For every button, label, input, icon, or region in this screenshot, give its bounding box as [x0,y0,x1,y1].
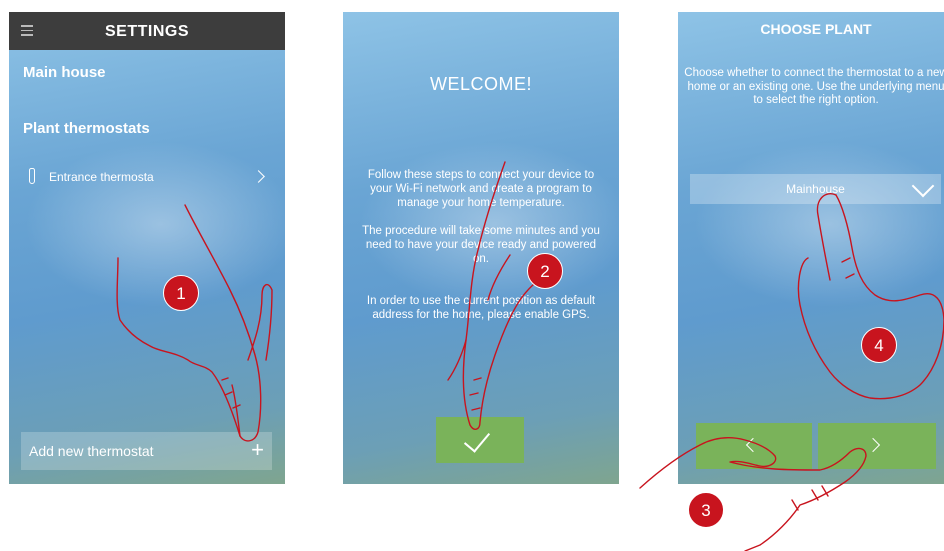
hand-2-outline [462,161,561,430]
hand-4-finger [816,193,837,281]
step-1-badge: 1 [163,275,199,311]
step-4-badge: 4 [861,327,897,363]
step-3-badge: 3 [688,492,724,528]
step-2-badge: 2 [527,253,563,289]
hand-3-creases [791,485,829,511]
hand-illustrations [116,161,944,551]
hand-3-outline [639,437,867,551]
hand-2-creases [469,377,482,411]
hand-2-finger [447,254,511,381]
